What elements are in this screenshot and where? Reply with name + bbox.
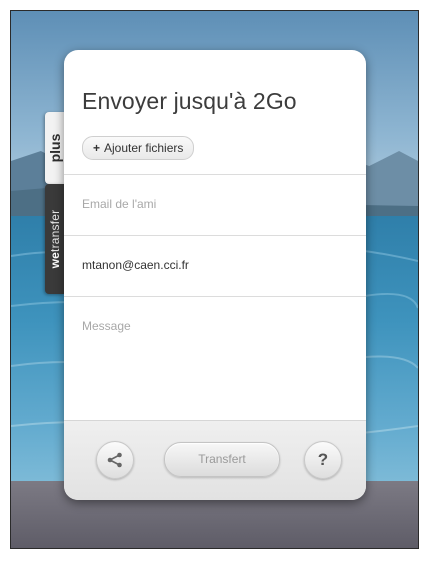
plus-icon: + xyxy=(93,141,101,155)
add-files-label: Ajouter fichiers xyxy=(104,141,184,155)
wetransfer-logo-bold: we xyxy=(48,251,62,269)
tab-plus-label: plus xyxy=(47,133,63,163)
transfer-panel: Envoyer jusqu'à 2Go +Ajouter fichiers Tr… xyxy=(64,50,366,500)
tab-wetransfer[interactable]: wetransfer xyxy=(45,184,65,294)
tab-wetransfer-label: wetransfer xyxy=(48,210,62,269)
wetransfer-logo-rest: transfer xyxy=(48,209,62,252)
add-files-button[interactable]: + Ajouter fichiers xyxy=(82,136,195,160)
panel-footer: Transfert ? xyxy=(64,420,366,500)
transfer-button[interactable]: Transfert xyxy=(164,442,280,477)
help-button[interactable]: ? xyxy=(304,441,342,479)
your-email-row xyxy=(64,235,366,296)
friend-email-input[interactable] xyxy=(82,197,342,211)
friend-email-row xyxy=(64,174,366,235)
help-icon: ? xyxy=(317,450,329,469)
share-icon xyxy=(107,452,122,468)
share-button[interactable] xyxy=(96,441,134,479)
message-input[interactable] xyxy=(82,319,342,409)
tab-plus[interactable]: plus xyxy=(45,112,65,184)
panel-title: Envoyer jusqu'à 2Go xyxy=(82,88,297,114)
message-row xyxy=(64,296,366,420)
your-email-input[interactable] xyxy=(82,258,342,272)
